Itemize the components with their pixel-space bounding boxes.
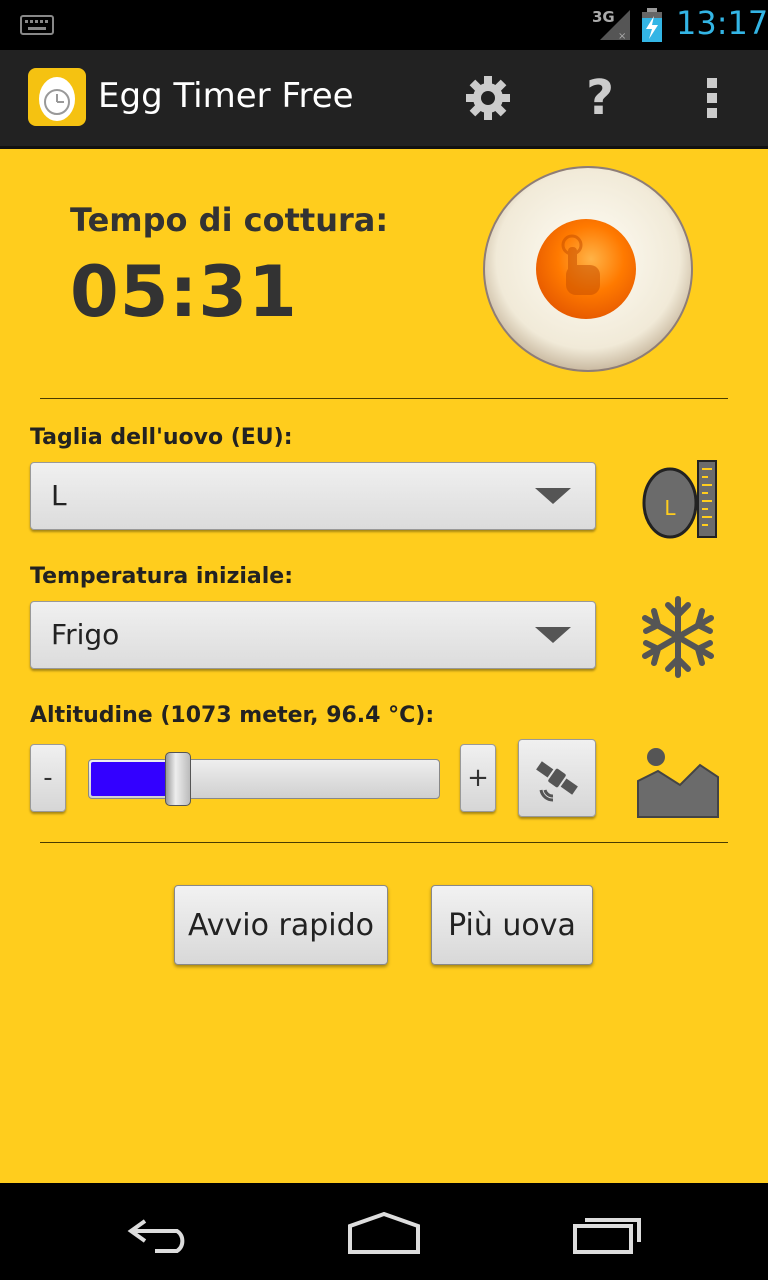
egg-size-value: L: [51, 479, 67, 512]
home-button[interactable]: [334, 1203, 434, 1263]
mountain-icon: [637, 748, 719, 818]
altitude-label: Altitudine (1073 meter, 96.4 °C):: [30, 703, 435, 728]
quick-start-button[interactable]: Avvio rapido: [174, 885, 388, 965]
cooking-time-label: Tempo di cottura:: [70, 201, 389, 239]
egg-size-ruler-icon: L: [642, 460, 717, 539]
gps-locate-button[interactable]: [518, 739, 596, 817]
start-temperature-dropdown[interactable]: Frigo: [30, 601, 596, 669]
altitude-minus-button[interactable]: -: [30, 744, 66, 812]
app-title: Egg Timer Free: [98, 76, 354, 116]
dropdown-arrow-icon: [535, 488, 571, 504]
satellite-gps-icon: [536, 761, 578, 802]
svg-text:L: L: [664, 496, 676, 520]
start-temperature-label: Temperatura iniziale:: [30, 564, 294, 589]
overflow-menu-button[interactable]: [682, 68, 742, 128]
overflow-menu-icon: [707, 78, 717, 118]
altitude-slider[interactable]: [88, 752, 440, 806]
back-button[interactable]: [110, 1203, 210, 1263]
dropdown-arrow-icon: [535, 627, 571, 643]
section-divider: [40, 398, 728, 399]
altitude-plus-button[interactable]: +: [460, 744, 496, 812]
snowflake-icon: [642, 596, 714, 678]
settings-button[interactable]: [458, 68, 518, 128]
battery-charging-icon: [642, 8, 662, 42]
recent-apps-icon: [573, 1218, 641, 1254]
start-egg-button[interactable]: [482, 165, 694, 373]
app-egg-clock-icon[interactable]: [28, 68, 86, 126]
home-icon: [348, 1212, 420, 1254]
start-temperature-value: Frigo: [51, 618, 120, 651]
clock: 13:17: [676, 4, 768, 42]
egg-size-label: Taglia dell'uovo (EU):: [30, 425, 293, 450]
section-divider: [40, 842, 728, 843]
recent-apps-button[interactable]: [558, 1203, 658, 1263]
navigation-bar: [0, 1183, 768, 1280]
back-icon: [127, 1219, 185, 1253]
more-eggs-button[interactable]: Più uova: [431, 885, 593, 965]
svg-text:×: ×: [618, 31, 626, 42]
main-content: Tempo di cottura: 05:31 Taglia dell'uovo…: [0, 149, 768, 1183]
help-button[interactable]: ?: [570, 68, 630, 128]
help-icon: ?: [586, 70, 614, 126]
altitude-slider-thumb[interactable]: [165, 752, 191, 806]
gear-icon: [466, 76, 510, 120]
keyboard-icon: [20, 15, 54, 35]
egg-size-dropdown[interactable]: L: [30, 462, 596, 530]
status-bar: 3G × 13:17: [0, 0, 768, 50]
signal-icon: ×: [600, 10, 630, 42]
cooking-time-value: 05:31: [70, 251, 298, 333]
action-bar: Egg Timer Free ?: [0, 50, 768, 149]
